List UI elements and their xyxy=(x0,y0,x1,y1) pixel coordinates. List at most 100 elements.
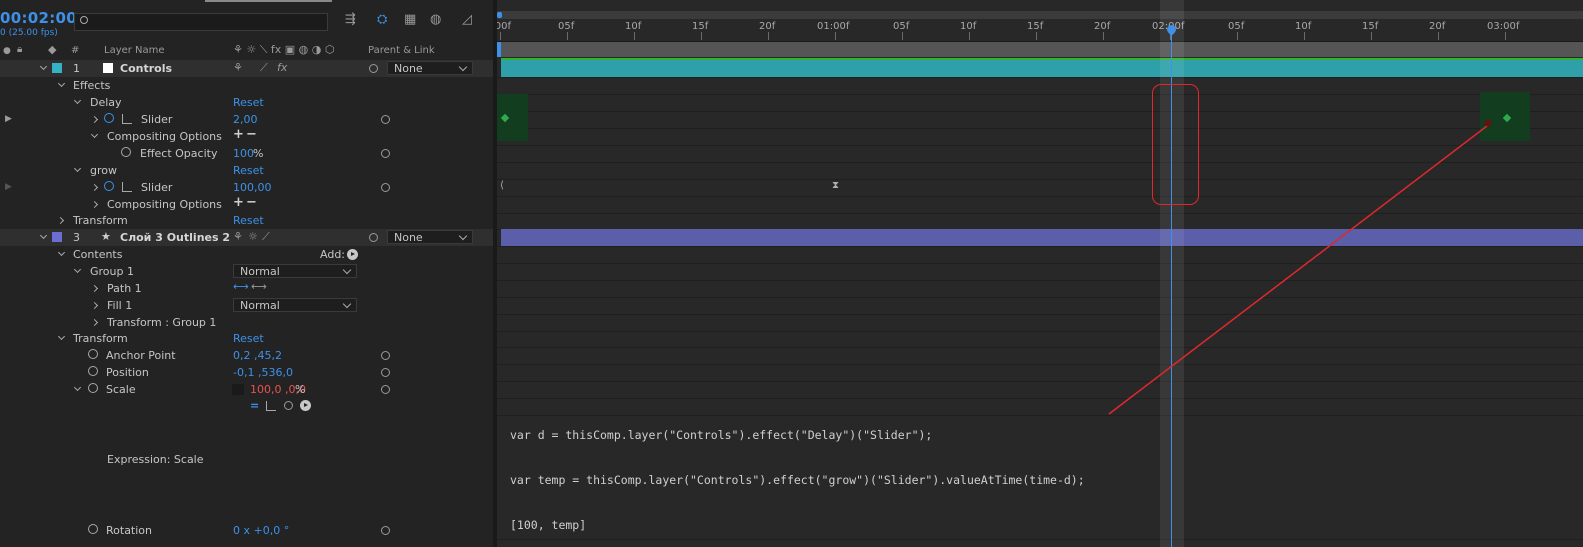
transform-reset-link[interactable]: Reset xyxy=(233,212,264,229)
expression-pickwhip-icon[interactable] xyxy=(284,401,293,410)
position-value[interactable]: -0,1 ,536,0 xyxy=(233,364,293,381)
row-slider-grow[interactable]: ▶ Slider 100,00 xyxy=(0,179,493,196)
row-compositing-options[interactable]: Compositing Options + − xyxy=(0,128,493,145)
keyframe-nav-icon[interactable]: ▶ xyxy=(5,181,12,193)
parent-dropdown[interactable]: None xyxy=(387,230,473,244)
expand-chevron-icon[interactable] xyxy=(58,334,66,342)
row-effect-opacity[interactable]: Effect Opacity 100 % xyxy=(0,145,493,162)
pickwhip-icon[interactable] xyxy=(381,368,390,377)
layer-label-color[interactable] xyxy=(52,232,62,242)
timeline-panel[interactable]: 0:00f05f10f15f20f01:00f05f10f15f20f02:00… xyxy=(497,0,1583,547)
pickwhip-icon[interactable] xyxy=(369,233,378,242)
expand-chevron-icon[interactable] xyxy=(92,184,100,192)
expand-chevron-icon[interactable] xyxy=(40,233,48,241)
row-anchor-point[interactable]: Anchor Point 0,2 ,45,2 xyxy=(0,347,493,364)
slider-value[interactable]: 100,00 xyxy=(233,179,272,196)
add-mask-icon[interactable]: + xyxy=(233,128,244,141)
expand-chevron-icon[interactable] xyxy=(92,319,100,327)
column-parent-link[interactable]: Parent & Link xyxy=(368,42,435,59)
row-transform-group-1[interactable]: Transform : Group 1 xyxy=(0,314,493,331)
expand-chevron-icon[interactable] xyxy=(91,132,99,140)
pickwhip-icon[interactable] xyxy=(381,149,390,158)
add-mask-icon[interactable]: + xyxy=(233,196,244,209)
stopwatch-icon[interactable] xyxy=(88,524,98,534)
row-rotation[interactable]: Rotation 0 x +0,0 ° xyxy=(0,522,493,539)
expand-chevron-icon[interactable] xyxy=(58,217,66,225)
layer-row-controls[interactable]: 1 Controls ⚘ ⟋ fx None xyxy=(0,60,493,77)
row-slider-delay[interactable]: ▶ Slider 2,00 xyxy=(0,111,493,128)
expand-chevron-icon[interactable] xyxy=(92,302,100,310)
frame-blending-icon[interactable]: ▦ xyxy=(404,13,416,26)
stopwatch-icon[interactable] xyxy=(88,366,98,376)
remove-mask-icon[interactable]: − xyxy=(246,196,257,209)
pickwhip-icon[interactable] xyxy=(381,351,390,360)
comp-flowchart-icon[interactable]: ⇶ xyxy=(345,13,356,26)
path-reverse-icon[interactable]: ⟷ xyxy=(251,281,267,293)
graph-icon[interactable] xyxy=(122,114,132,124)
layer-label-color[interactable] xyxy=(52,63,62,73)
row-contents[interactable]: Contents Add: xyxy=(0,246,493,263)
constrain-proportions-icon[interactable] xyxy=(232,384,244,395)
fx-icon[interactable]: fx xyxy=(277,62,287,74)
pickwhip-icon[interactable] xyxy=(381,183,390,192)
blend-mode-dropdown[interactable]: Normal xyxy=(233,264,357,278)
row-path-1[interactable]: Path 1 ⟷ ⟷ xyxy=(0,280,493,297)
expand-chevron-icon[interactable] xyxy=(74,98,82,106)
current-timecode[interactable]: 00:02:00 xyxy=(0,9,77,27)
row-transform[interactable]: Transform Reset xyxy=(0,212,493,229)
rotation-value[interactable]: 0 x +0,0 ° xyxy=(233,522,289,539)
keyframe-nav-icon[interactable]: ▶ xyxy=(5,113,12,125)
row-position[interactable]: Position -0,1 ,536,0 xyxy=(0,364,493,381)
effect-opacity-value[interactable]: 100 xyxy=(233,145,254,162)
expression-graph-icon[interactable] xyxy=(266,401,276,411)
shy-icon[interactable]: ⚘ xyxy=(233,62,243,74)
stopwatch-icon[interactable] xyxy=(88,349,98,359)
row-scale[interactable]: Scale 100,0 ,0,0 % xyxy=(0,381,493,398)
pickwhip-icon[interactable] xyxy=(369,64,378,73)
quality-icon[interactable]: ⟋ xyxy=(262,231,270,243)
pickwhip-icon[interactable] xyxy=(381,385,390,394)
motion-blur-icon[interactable]: ◍ xyxy=(430,13,441,26)
expand-chevron-icon[interactable] xyxy=(92,285,100,293)
layer-name[interactable]: Controls xyxy=(120,60,172,77)
slider-value[interactable]: 2,00 xyxy=(233,111,258,128)
pickwhip-icon[interactable] xyxy=(381,526,390,535)
search-input[interactable] xyxy=(74,13,328,31)
blend-mode-dropdown[interactable]: Normal xyxy=(233,298,357,312)
graph-icon[interactable] xyxy=(122,182,132,192)
expression-language-menu-button[interactable] xyxy=(300,400,311,411)
column-layer-name[interactable]: Layer Name xyxy=(104,42,165,59)
pickwhip-icon[interactable] xyxy=(381,115,390,124)
transform-reset-link[interactable]: Reset xyxy=(233,330,264,347)
stopwatch-icon[interactable] xyxy=(104,181,114,191)
expand-chevron-icon[interactable] xyxy=(74,385,82,393)
anchor-point-value[interactable]: 0,2 ,45,2 xyxy=(233,347,282,364)
row-effects[interactable]: Effects xyxy=(0,77,493,94)
path-direction-icon[interactable]: ⟷ xyxy=(233,281,249,293)
graph-editor-icon[interactable]: ◿ xyxy=(462,13,472,26)
row-fill-1[interactable]: Fill 1 Normal xyxy=(0,297,493,314)
enable-expression-icon[interactable]: = xyxy=(250,400,259,412)
expand-chevron-icon[interactable] xyxy=(92,116,100,124)
grow-reset-link[interactable]: Reset xyxy=(233,162,264,179)
shy-icon[interactable]: ⚘ xyxy=(233,231,243,243)
row-group-1[interactable]: Group 1 Normal xyxy=(0,263,493,280)
row-transform[interactable]: Transform Reset xyxy=(0,330,493,347)
row-delay[interactable]: Delay Reset xyxy=(0,94,493,111)
expand-chevron-icon[interactable] xyxy=(74,267,82,275)
layer-row-outlines[interactable]: 3 ★ Слой 3 Outlines 2 ⚘ ☼ ⟋ None xyxy=(0,229,493,246)
row-grow[interactable]: grow Reset xyxy=(0,162,493,179)
draft-3d-icon[interactable]: ⛭ xyxy=(377,13,387,26)
delay-reset-link[interactable]: Reset xyxy=(233,94,264,111)
expand-chevron-icon[interactable] xyxy=(74,166,82,174)
stopwatch-icon[interactable] xyxy=(88,383,98,393)
collapse-icon[interactable]: ☼ xyxy=(248,231,258,243)
quality-icon[interactable]: ⟋ xyxy=(260,62,268,74)
stopwatch-icon[interactable] xyxy=(121,147,131,157)
expand-chevron-icon[interactable] xyxy=(58,250,66,258)
layer-name[interactable]: Слой 3 Outlines 2 xyxy=(120,229,230,246)
stopwatch-icon[interactable] xyxy=(104,113,114,123)
expression-editor[interactable]: var d = thisComp.layer("Controls").effec… xyxy=(510,398,1085,547)
remove-mask-icon[interactable]: − xyxy=(246,128,257,141)
expand-chevron-icon[interactable] xyxy=(92,201,100,209)
